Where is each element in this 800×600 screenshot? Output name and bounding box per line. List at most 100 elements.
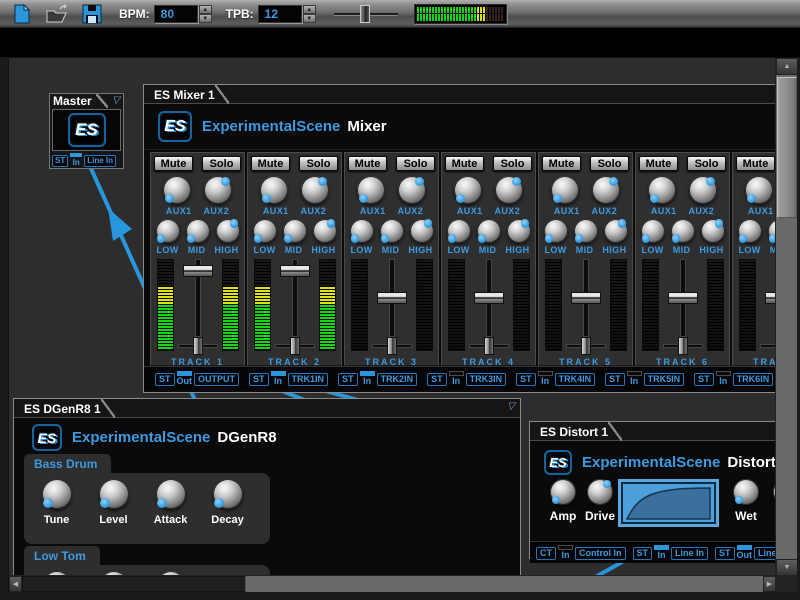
aux1-knob[interactable] [357,176,385,204]
amp-knob[interactable] [550,479,576,505]
mute-button[interactable]: Mute [154,156,193,171]
distort-window[interactable]: ES Distort 1 ES ExperimentalScene Distor… [529,421,791,559]
solo-button[interactable]: Solo [493,156,532,171]
pan-slider[interactable] [290,337,300,355]
tpb-value[interactable]: 12 [258,5,302,23]
connector-group[interactable]: ST In TRK1IN [249,371,328,386]
connector-group[interactable]: ST Out OUTPUT [155,371,239,386]
bpm-down-icon[interactable]: ▼ [199,14,212,23]
mute-button[interactable]: Mute [251,156,290,171]
pan-slider[interactable] [678,337,688,355]
new-file-icon[interactable] [9,3,35,25]
aux1-knob[interactable] [260,176,288,204]
pan-slider[interactable] [193,337,203,355]
save-file-icon[interactable] [79,3,105,25]
collapse-icon[interactable]: ▽ [112,96,120,106]
connector-group[interactable]: ST In Line In [52,153,116,167]
horizontal-scrollbar-thumb[interactable] [22,576,246,592]
eq-low-knob[interactable] [156,219,180,243]
solo-button[interactable]: Solo [299,156,338,171]
volume-fader[interactable] [280,265,310,277]
eq-low-knob[interactable] [738,219,762,243]
dgenr8-window[interactable]: ES DGenR8 1 ▽ ES ExperimentalScene DGenR… [13,398,521,592]
tpb-spinner[interactable]: ▲▼ [303,5,316,23]
open-file-icon[interactable] [44,3,70,25]
master-volume-slider[interactable] [334,4,398,24]
slider-handle[interactable] [360,5,370,23]
solo-button[interactable]: Solo [687,156,726,171]
eq-low-knob[interactable] [350,219,374,243]
studio-canvas[interactable]: Master ▽ ES ST In Line In ES Mixer 1 ES [8,57,797,592]
distort-window-title[interactable]: ES Distort 1 [532,422,622,441]
dgenr8-titlebar[interactable]: ES DGenR8 1 ▽ [14,399,520,418]
aux2-knob[interactable] [592,176,620,204]
solo-button[interactable]: Solo [202,156,241,171]
mute-button[interactable]: Mute [639,156,678,171]
pan-slider[interactable] [387,337,397,355]
collapse-icon[interactable]: ▽ [507,402,515,412]
eq-high-knob[interactable] [410,219,434,243]
pan-slider[interactable] [581,337,591,355]
eq-high-knob[interactable] [507,219,531,243]
mixer-window-title[interactable]: ES Mixer 1 [146,85,229,104]
pan-slider[interactable] [484,337,494,355]
bpm-up-icon[interactable]: ▲ [199,5,212,14]
drum-knob[interactable] [42,479,72,509]
horizontal-scrollbar[interactable]: ◀ ▶ [9,575,776,592]
drum-knob[interactable] [99,479,129,509]
mixer-window[interactable]: ES Mixer 1 ES ExperimentalScene Mixer Mu… [143,84,784,393]
eq-high-knob[interactable] [604,219,628,243]
dgenr8-window-title[interactable]: ES DGenR8 1 [16,399,115,418]
eq-mid-knob[interactable] [283,219,307,243]
aux1-knob[interactable] [454,176,482,204]
connector-group[interactable]: ST In TRK4IN [516,371,595,386]
eq-low-knob[interactable] [641,219,665,243]
eq-mid-knob[interactable] [477,219,501,243]
eq-high-knob[interactable] [313,219,337,243]
vertical-scrollbar[interactable]: ▲ ▼ [775,58,797,576]
mute-button[interactable]: Mute [542,156,581,171]
volume-fader[interactable] [668,292,698,304]
aux1-knob[interactable] [163,176,191,204]
tpb-down-icon[interactable]: ▼ [303,14,316,23]
aux1-knob[interactable] [745,176,773,204]
eq-high-knob[interactable] [701,219,725,243]
distort-titlebar[interactable]: ES Distort 1 [530,422,790,441]
eq-low-knob[interactable] [544,219,568,243]
connector-group[interactable]: ST In Line In [633,545,709,560]
eq-mid-knob[interactable] [186,219,210,243]
connector-group[interactable]: ST In TRK3IN [427,371,506,386]
aux1-knob[interactable] [648,176,676,204]
scroll-up-icon[interactable]: ▲ [776,58,797,75]
aux2-knob[interactable] [689,176,717,204]
mute-button[interactable]: Mute [736,156,775,171]
scroll-left-icon[interactable]: ◀ [9,576,22,592]
aux2-knob[interactable] [204,176,232,204]
aux1-knob[interactable] [551,176,579,204]
bpm-value[interactable]: 80 [154,5,198,23]
volume-fader[interactable] [571,292,601,304]
drum-knob[interactable] [213,479,243,509]
volume-fader[interactable] [377,292,407,304]
eq-low-knob[interactable] [253,219,277,243]
tpb-up-icon[interactable]: ▲ [303,5,316,14]
eq-mid-knob[interactable] [380,219,404,243]
connector-group[interactable]: CT In Control In [536,545,626,560]
distortion-curve-display[interactable] [618,479,719,527]
master-titlebar[interactable]: Master ▽ [50,94,123,108]
aux2-knob[interactable] [398,176,426,204]
vertical-scrollbar-thumb[interactable] [777,77,797,218]
drive-knob[interactable] [587,479,613,505]
wet-knob[interactable] [733,479,759,505]
connector-group[interactable]: ST In TRK2IN [338,371,417,386]
master-module[interactable]: Master ▽ ES ST In Line In [49,93,124,169]
mixer-titlebar[interactable]: ES Mixer 1 [144,85,783,104]
mute-button[interactable]: Mute [445,156,484,171]
eq-mid-knob[interactable] [574,219,598,243]
mute-button[interactable]: Mute [348,156,387,171]
solo-button[interactable]: Solo [396,156,435,171]
solo-button[interactable]: Solo [590,156,629,171]
connector-group[interactable]: ST In TRK6IN [694,371,773,386]
connector-group[interactable]: ST In TRK5IN [605,371,684,386]
eq-low-knob[interactable] [447,219,471,243]
